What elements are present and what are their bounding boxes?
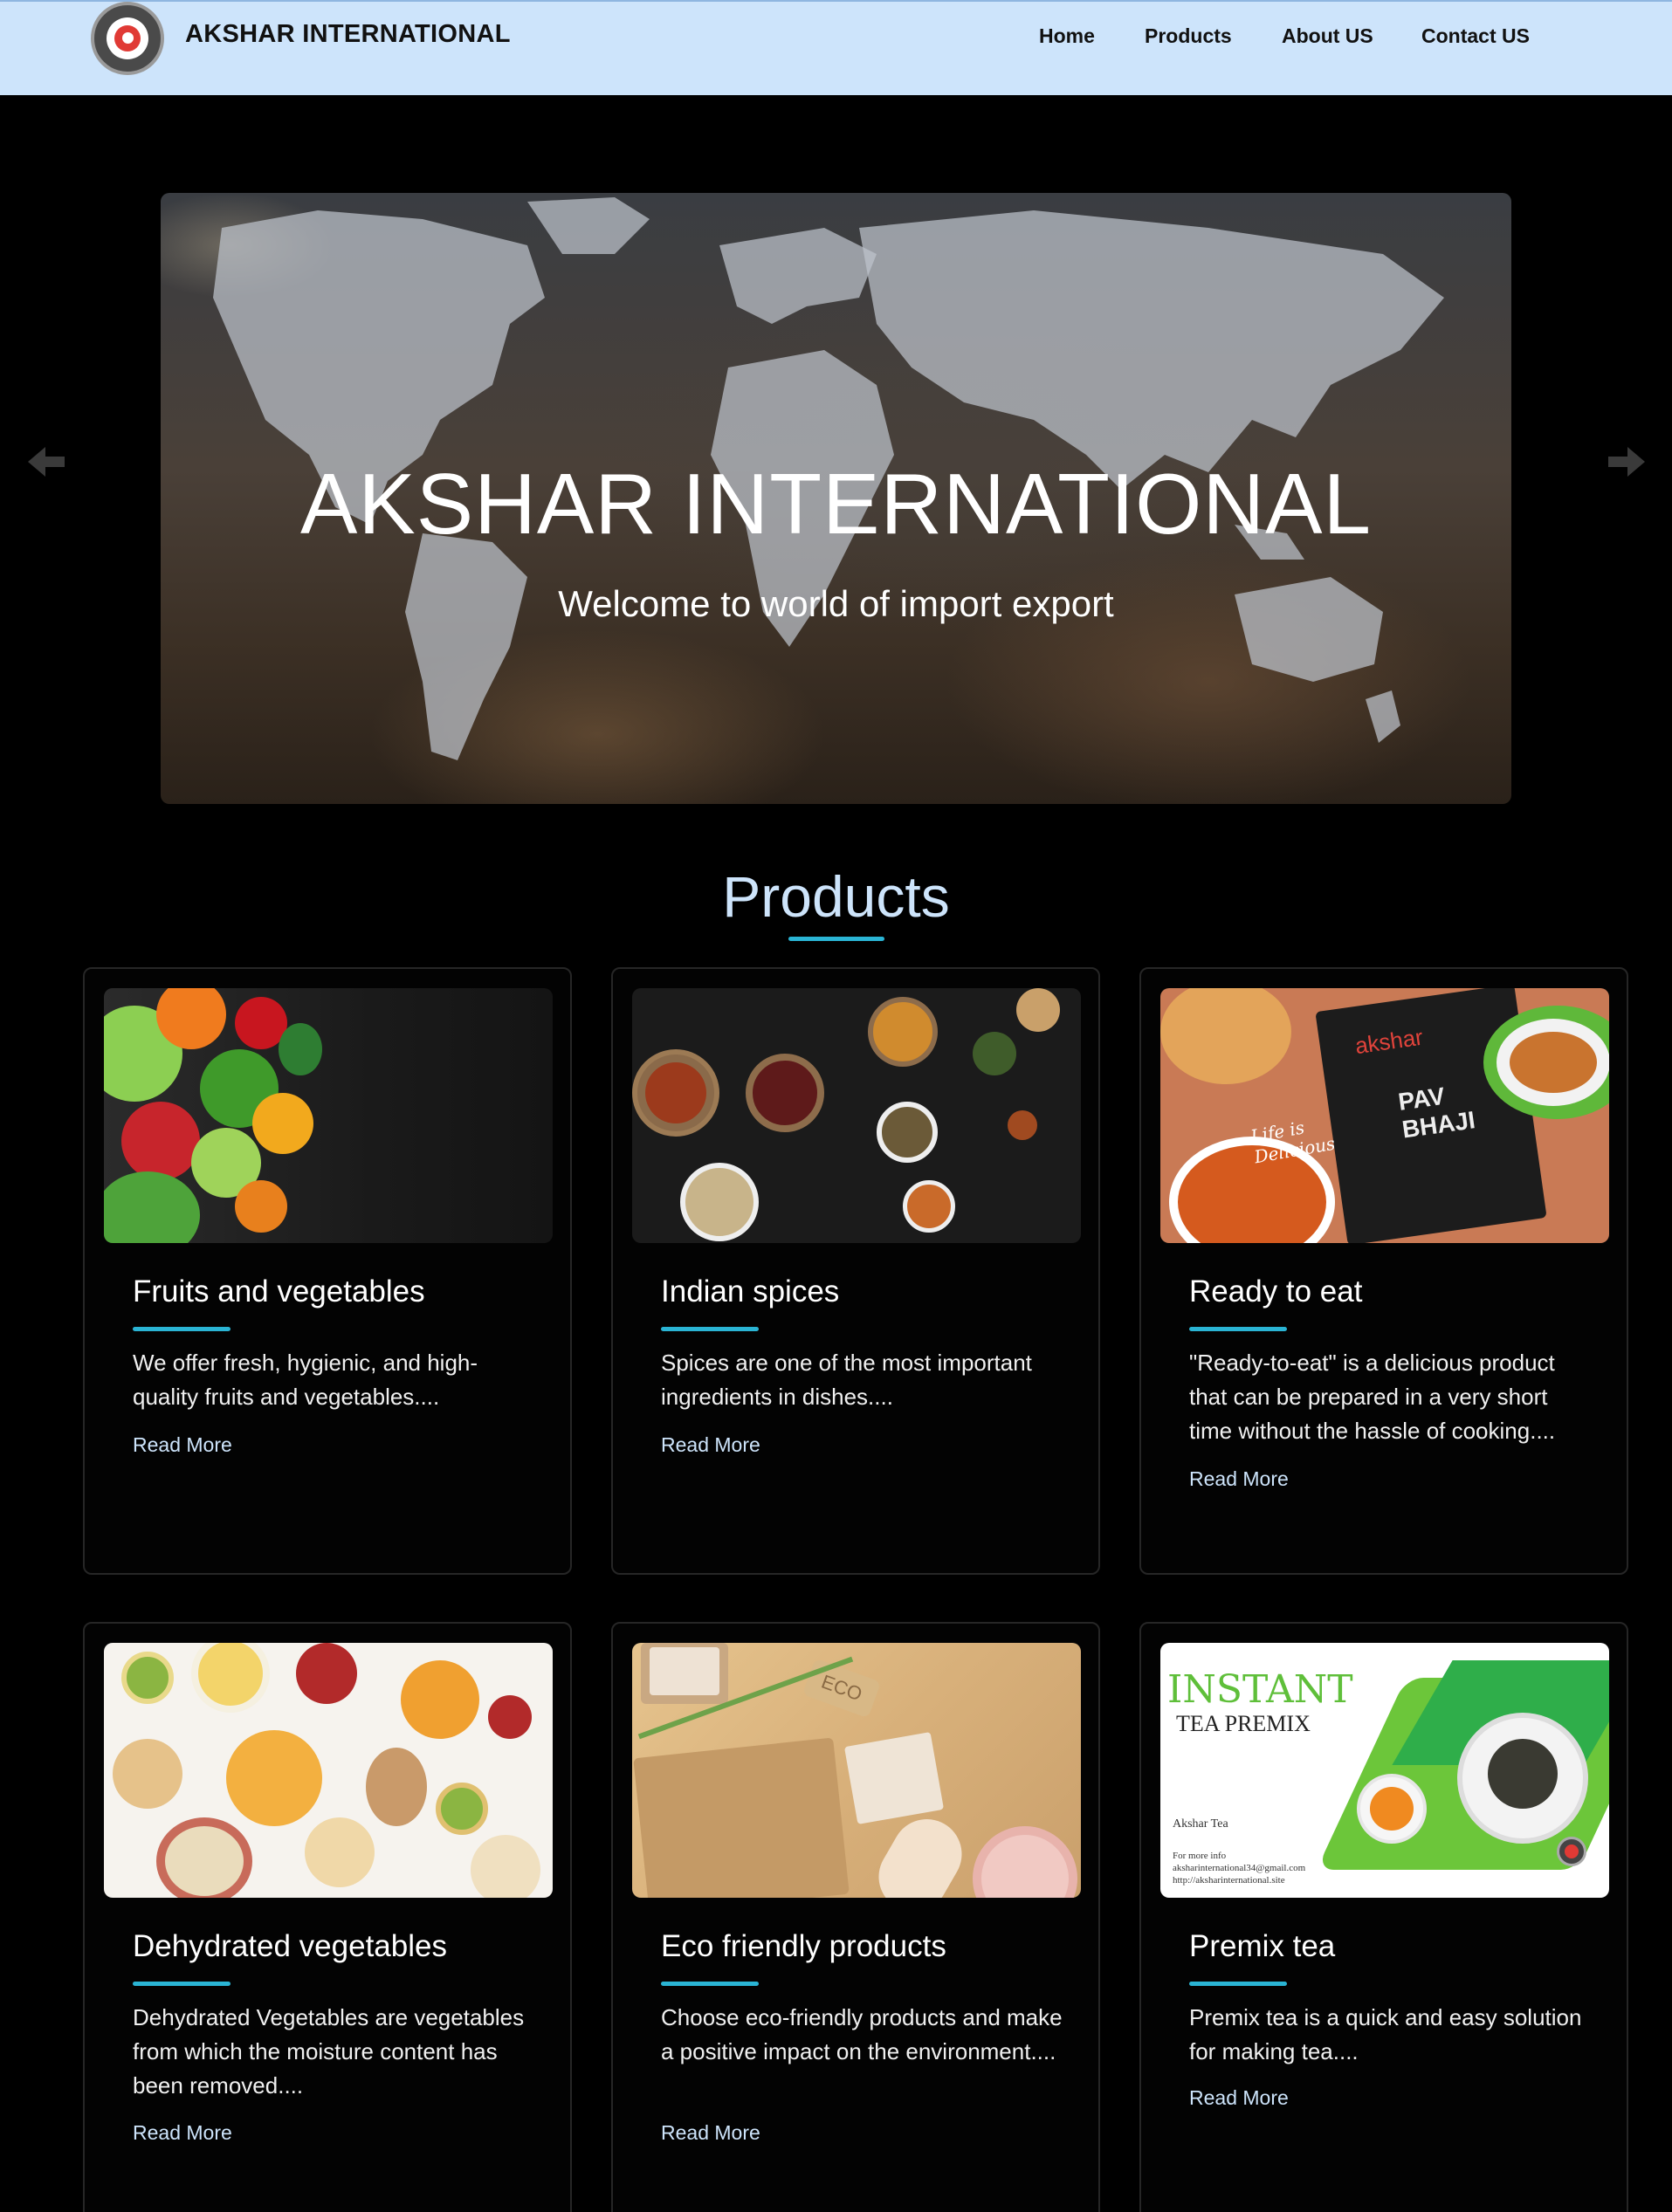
tea-premix-label: TEA PREMIX	[1176, 1711, 1311, 1736]
read-more-link[interactable]: Read More	[1189, 2086, 1289, 2110]
card-title: Eco friendly products	[661, 1929, 946, 1963]
card-title: Indian spices	[661, 1274, 840, 1309]
eco-tag: ECO	[802, 1658, 882, 1719]
card-description: "Ready-to-eat" is a delicious product th…	[1189, 1350, 1556, 1444]
brand-name[interactable]: AKSHAR INTERNATIONAL	[185, 20, 511, 49]
card-description: We offer fresh, hygienic, and high-quali…	[133, 1350, 478, 1410]
card-title-underline	[661, 1327, 759, 1331]
product-card-tea: INSTANT TEA PREMIX Akshar Tea For more i…	[1139, 1622, 1628, 2212]
tea-instant-label: INSTANT	[1167, 1667, 1353, 1712]
card-title: Ready to eat	[1189, 1274, 1363, 1309]
premix-tea-image[interactable]: INSTANT TEA PREMIX Akshar Tea For more i…	[1160, 1643, 1609, 1898]
product-card-fruits: Fruits and vegetables We offer fresh, hy…	[83, 967, 572, 1575]
product-card-eco: ECO Eco friendly products Choose eco-fri…	[611, 1622, 1100, 2212]
read-more-link[interactable]: Read More	[661, 1433, 760, 1457]
tea-brand-label: Akshar Tea	[1173, 1817, 1228, 1831]
card-title-underline	[1189, 1982, 1287, 1986]
products-heading-underline	[788, 937, 884, 941]
carousel-next-arrow-icon[interactable]	[1607, 445, 1647, 478]
hero-title: AKSHAR INTERNATIONAL	[299, 456, 1373, 552]
read-more-link[interactable]: Read More	[133, 1433, 232, 1457]
nav-products[interactable]: Products	[1145, 24, 1232, 48]
nav-about[interactable]: About US	[1282, 24, 1373, 48]
hero-banner: AKSHAR INTERNATIONAL Welcome to world of…	[161, 193, 1511, 804]
card-description: Dehydrated Vegetables are vegetables fro…	[133, 2004, 525, 2099]
nav-home[interactable]: Home	[1039, 24, 1095, 48]
navbar: AKSHAR INTERNATIONAL Home Products About…	[0, 0, 1672, 95]
carousel-prev-arrow-icon[interactable]	[26, 445, 66, 478]
ready-tagline: Life is Delicious	[1249, 1116, 1337, 1168]
nav-contact[interactable]: Contact US	[1421, 24, 1530, 48]
read-more-link[interactable]: Read More	[1189, 1467, 1289, 1491]
card-title: Premix tea	[1189, 1929, 1336, 1963]
card-description: Premix tea is a quick and easy solution …	[1189, 2004, 1582, 2064]
read-more-link[interactable]: Read More	[661, 2121, 760, 2145]
card-title-underline	[133, 1327, 231, 1331]
card-description: Choose eco-friendly products and make a …	[661, 2004, 1063, 2064]
card-description: Spices are one of the most important ing…	[661, 1350, 1032, 1410]
product-card-spices: Indian spices Spices are one of the most…	[611, 967, 1100, 1575]
card-title-underline	[661, 1982, 759, 1986]
dehydrated-vegetables-image[interactable]	[104, 1643, 553, 1898]
tea-site-label: http://aksharinternational.site	[1173, 1875, 1285, 1886]
read-more-link[interactable]: Read More	[133, 2121, 232, 2145]
hero-subtitle: Welcome to world of import export	[558, 583, 1114, 624]
eco-friendly-products-image[interactable]: ECO	[632, 1643, 1081, 1898]
card-title: Fruits and vegetables	[133, 1274, 425, 1309]
product-card-ready: akshar PAV BHAJI Life is Delicious Ready…	[1139, 967, 1628, 1575]
ready-brand-label: akshar	[1353, 1023, 1425, 1060]
product-card-dehydrated: Dehydrated vegetables Dehydrated Vegetab…	[83, 1622, 572, 2212]
fruits-vegetables-image[interactable]	[104, 988, 553, 1243]
products-heading: Products	[722, 864, 950, 929]
card-title-underline	[1189, 1327, 1287, 1331]
card-title: Dehydrated vegetables	[133, 1929, 447, 1963]
ready-to-eat-image[interactable]: akshar PAV BHAJI Life is Delicious	[1160, 988, 1609, 1243]
card-title-underline	[133, 1982, 231, 1986]
brand-logo[interactable]	[91, 2, 164, 75]
tea-info-label: For more info	[1173, 1851, 1227, 1861]
indian-spices-image[interactable]	[632, 988, 1081, 1243]
tea-email-label: aksharinternational34@gmail.com	[1173, 1863, 1306, 1873]
